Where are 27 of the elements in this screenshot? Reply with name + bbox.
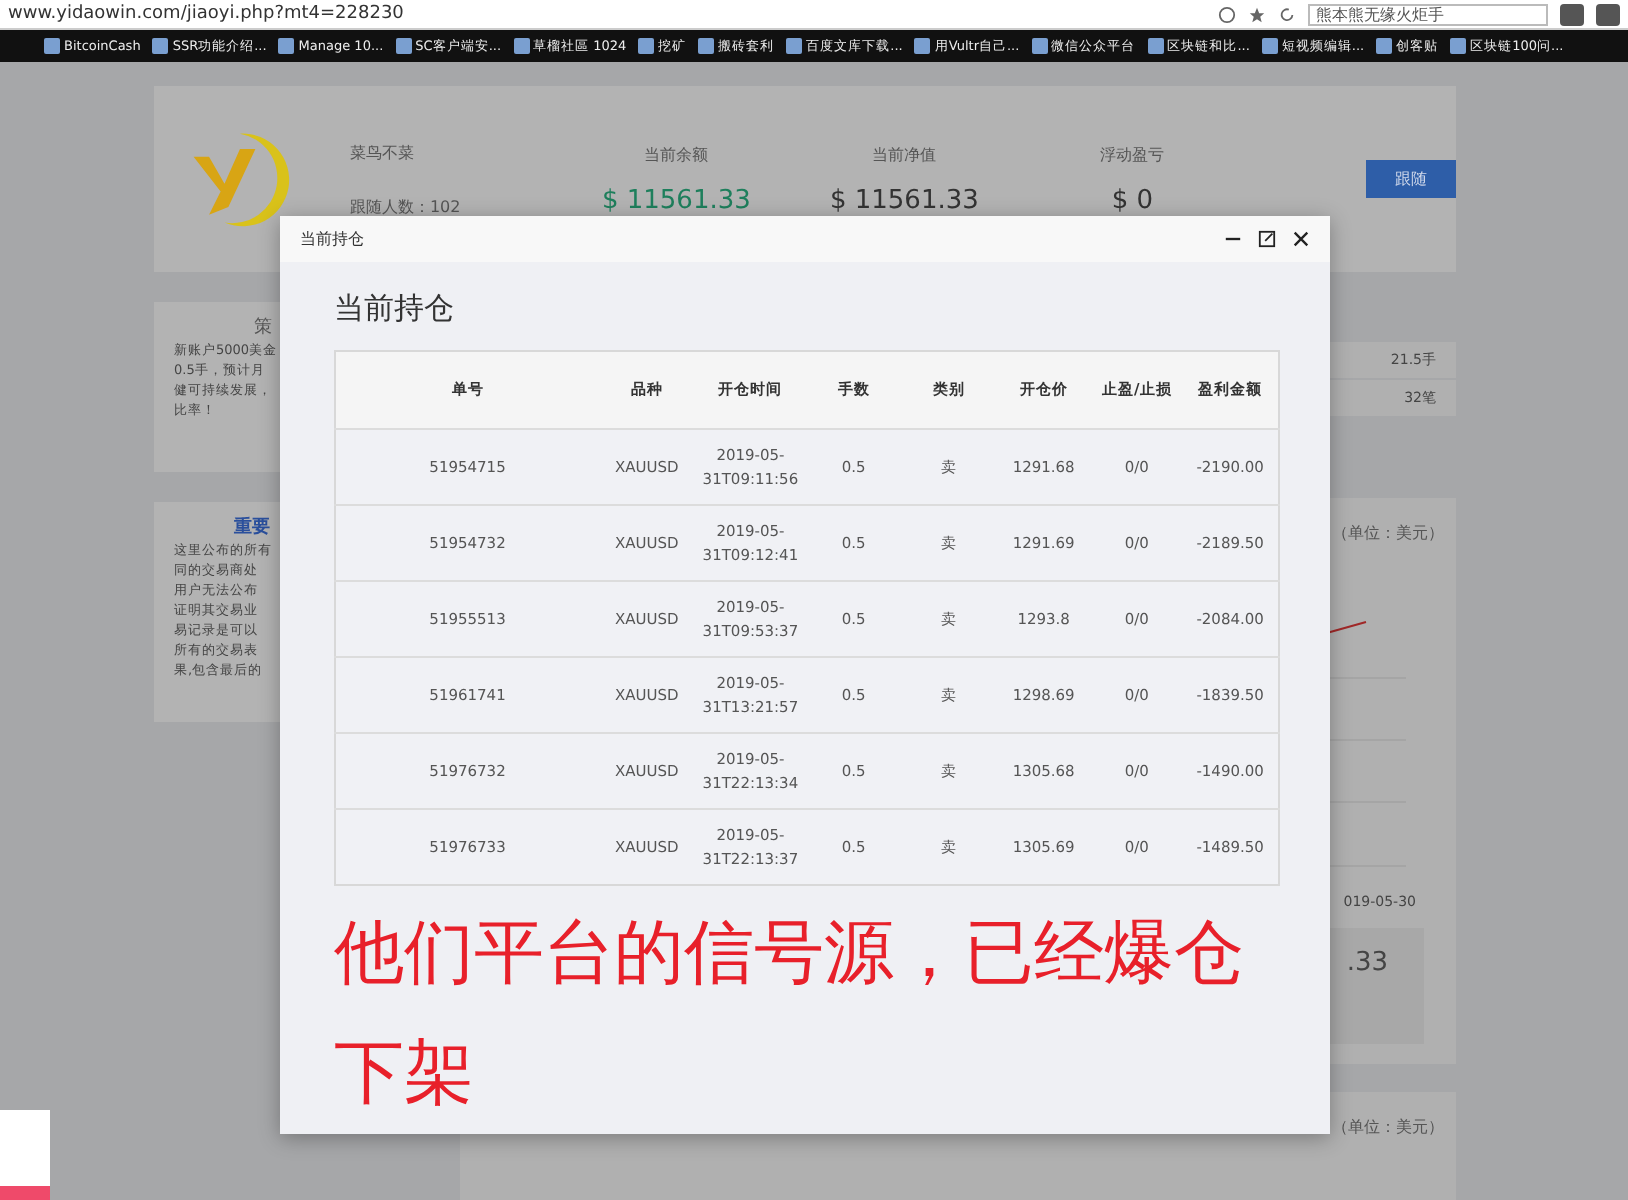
panel-title: 策 (252, 315, 274, 340)
popup-ad[interactable] (0, 1110, 50, 1200)
stat-label: 当前余额 (644, 143, 709, 165)
stat-value: $ 0 (1111, 185, 1153, 215)
address-bar[interactable]: www.yidaowin.com/jiaoyi.php?mt4=228230 (8, 4, 1206, 24)
reload-icon[interactable] (1278, 5, 1296, 23)
tile-value: .33 (1346, 948, 1388, 978)
dialog-heading: 当前持仓 (334, 290, 456, 328)
globe-icon (1218, 5, 1236, 23)
stat-label: 当前净值 (872, 143, 937, 165)
follow-button[interactable]: 跟随 (1366, 160, 1456, 198)
dialog-title: 当前持仓 (300, 228, 366, 250)
stat-label: 浮动盈亏 (1100, 143, 1165, 165)
stat-value: $ 11561.33 (601, 185, 751, 215)
follower-count: 跟随人数：102 (349, 195, 463, 217)
chart-unit: （单位：美元） (1332, 1116, 1444, 1138)
stat-value: $ 11561.33 (829, 185, 979, 215)
trader-name: 菜鸟不菜 (349, 141, 416, 163)
extension-icon[interactable] (1596, 3, 1620, 25)
panel-title: 重要 (232, 514, 272, 540)
star-icon[interactable] (1248, 5, 1266, 23)
search-field[interactable]: 熊本熊无缘火炬手 (1308, 3, 1548, 25)
close-icon[interactable] (1292, 230, 1310, 248)
maximize-icon[interactable] (1258, 230, 1276, 248)
extension-icon[interactable] (1560, 3, 1584, 25)
annotation-text: 他们平台的信号源，已经爆仓下架 (334, 912, 1246, 1118)
chart-unit: （单位：美元） (1332, 522, 1444, 544)
